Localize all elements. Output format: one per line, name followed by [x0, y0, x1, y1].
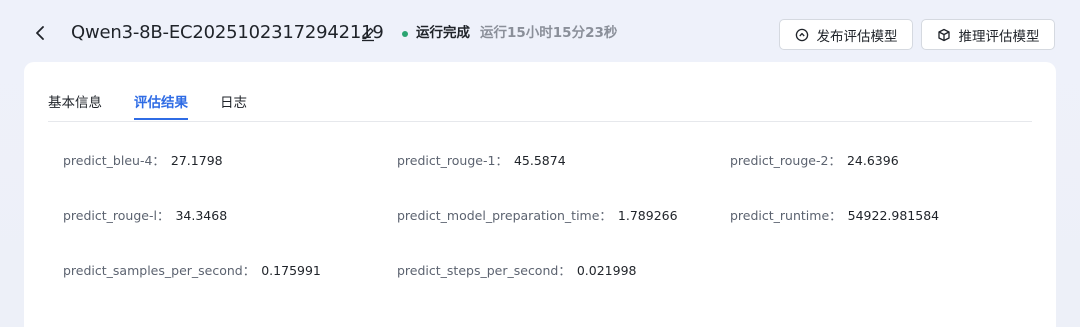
metric-value: 45.5874: [513, 153, 566, 168]
status-duration: 运行15小时15分23秒: [480, 25, 618, 41]
metric-key: predict_samples_per_second：: [63, 263, 256, 278]
circle-up-icon: [795, 28, 809, 42]
metric-key: predict_bleu-4：: [63, 153, 165, 168]
metric-item: predict_samples_per_second： 0.175991: [63, 262, 321, 280]
metric-key: predict_model_preparation_time：: [397, 208, 612, 223]
metric-key: predict_rouge-l：: [63, 208, 170, 223]
content-card: 基本信息 评估结果 日志 predict_bleu-4： 27.1798 pred…: [24, 62, 1056, 327]
publish-model-label: 发布评估模型: [816, 28, 898, 45]
metric-value: 24.6396: [846, 153, 899, 168]
back-button[interactable]: [30, 21, 50, 45]
status-label: 运行完成: [416, 25, 470, 41]
metric-item: predict_runtime： 54922.981584: [730, 207, 939, 225]
cube-icon: [937, 28, 951, 42]
page-header: Qwen3-8B-EC20251023172942119 运行完成 运行15小时…: [0, 0, 1080, 62]
metric-item: predict_rouge-2： 24.6396: [730, 152, 899, 170]
chevron-left-icon: [36, 26, 44, 40]
metric-value: 27.1798: [170, 153, 223, 168]
publish-model-button[interactable]: 发布评估模型: [779, 19, 913, 50]
tab-eval-results[interactable]: 评估结果: [134, 94, 188, 112]
tab-basic-info[interactable]: 基本信息: [48, 94, 102, 112]
pencil-icon: [362, 27, 374, 42]
metric-key: predict_rouge-1：: [397, 153, 508, 168]
metric-key: predict_runtime：: [730, 208, 842, 223]
tab-logs[interactable]: 日志: [220, 94, 247, 112]
metric-value: 34.3468: [175, 208, 228, 223]
metric-value: 54922.981584: [847, 208, 940, 223]
edit-title-button[interactable]: [360, 24, 376, 42]
metric-value: 1.789266: [617, 208, 678, 223]
metric-item: predict_rouge-1： 45.5874: [397, 152, 566, 170]
infer-model-label: 推理评估模型: [958, 28, 1040, 45]
status-dot: [402, 31, 408, 37]
metric-item: predict_bleu-4： 27.1798: [63, 152, 223, 170]
metric-key: predict_rouge-2：: [730, 153, 841, 168]
metric-value: 0.021998: [576, 263, 637, 278]
metric-item: predict_rouge-l： 34.3468: [63, 207, 227, 225]
metric-value: 0.175991: [261, 263, 321, 278]
active-tab-indicator: [134, 118, 188, 120]
infer-model-button[interactable]: 推理评估模型: [921, 19, 1055, 50]
metric-item: predict_model_preparation_time： 1.789266: [397, 207, 678, 225]
tab-bar: 基本信息 评估结果 日志: [48, 92, 1032, 122]
page-title: Qwen3-8B-EC20251023172942119: [71, 22, 384, 43]
metric-item: predict_steps_per_second： 0.021998: [397, 262, 636, 280]
metric-key: predict_steps_per_second：: [397, 263, 571, 278]
